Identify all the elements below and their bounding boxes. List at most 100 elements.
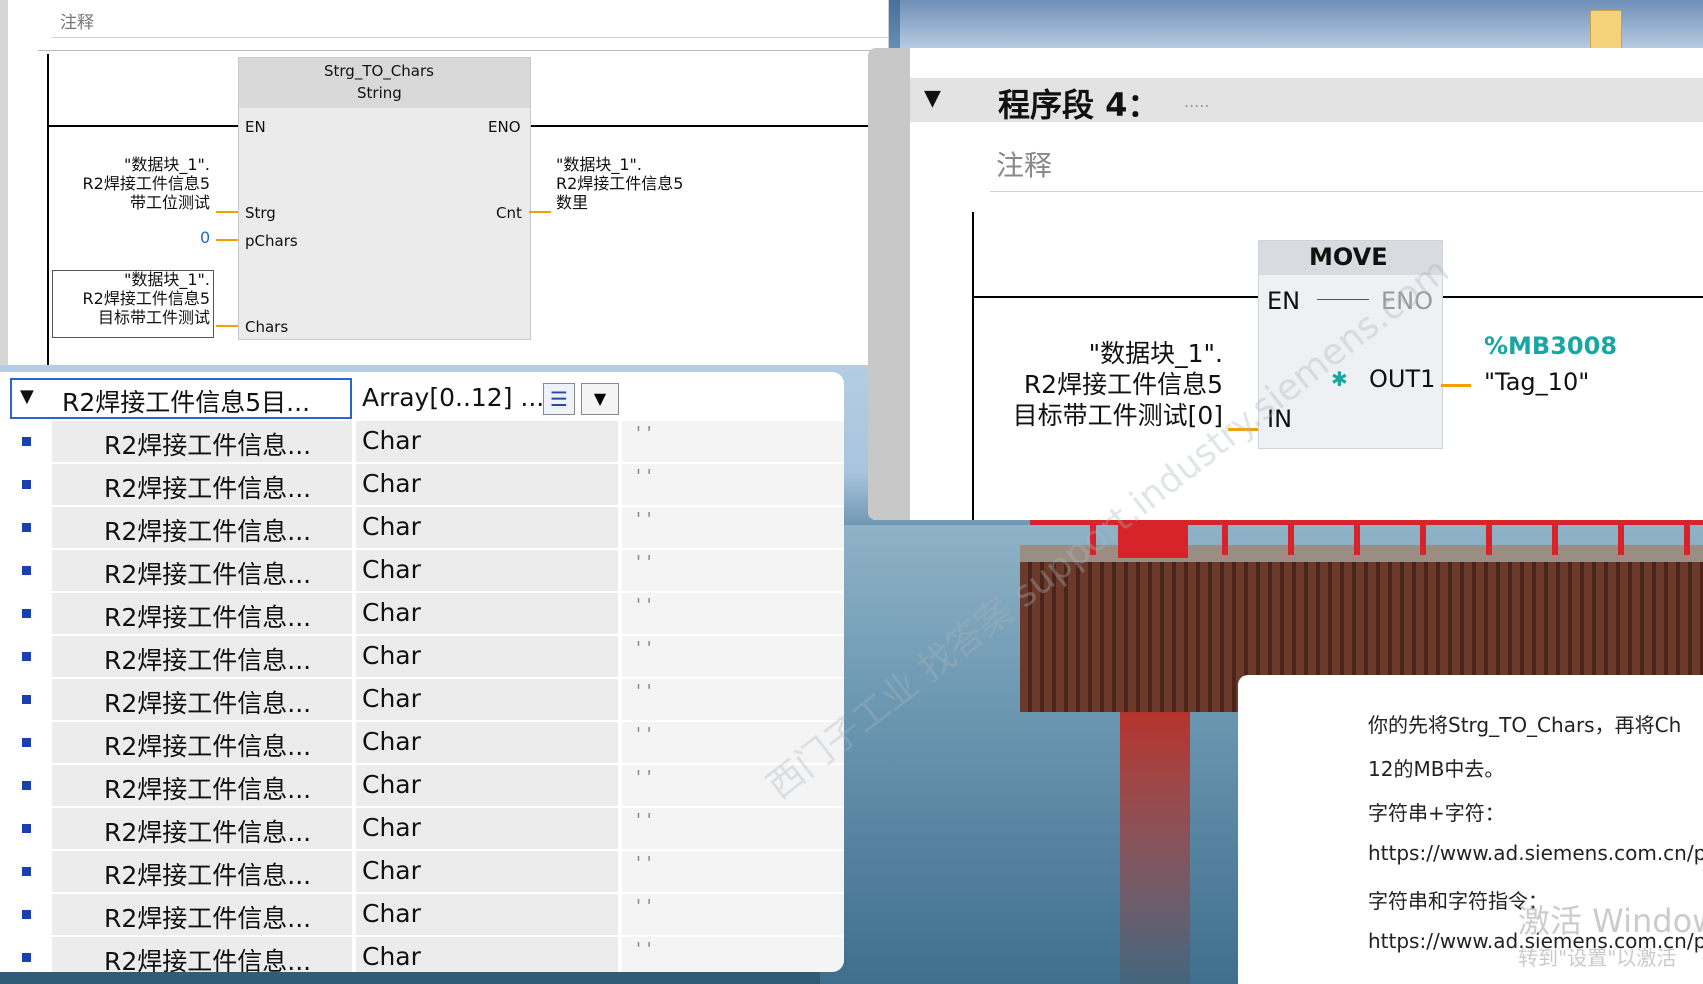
default-cell[interactable] <box>622 636 844 677</box>
chars-wire <box>216 325 238 327</box>
table-row[interactable]: R2焊接工件信息... Char ' ' <box>0 636 844 679</box>
network-comment[interactable]: 注释 <box>990 140 1703 192</box>
in-operand[interactable]: "数据块_1". R2焊接工件信息5 目标带工件测试[0] <box>1013 338 1223 431</box>
element-type[interactable]: Char <box>362 684 421 713</box>
element-default[interactable]: ' ' <box>636 681 652 702</box>
table-row[interactable]: R2焊接工件信息... Char ' ' <box>0 722 844 765</box>
out-address[interactable]: %MB3008 <box>1484 332 1617 360</box>
pin-en: EN <box>245 118 266 136</box>
answer-line: 你的先将Strg_TO_Chars，再将Ch <box>1368 713 1682 737</box>
table-header-row[interactable]: ▼ R2焊接工件信息5目... Array[0..12] ... ☰ ▼ <box>0 378 844 421</box>
element-type[interactable]: Char <box>362 942 421 971</box>
element-name[interactable]: R2焊接工件信息... <box>104 469 311 505</box>
table-row[interactable]: R2焊接工件信息... Char ' ' <box>0 808 844 851</box>
default-cell[interactable] <box>622 894 844 935</box>
element-name[interactable]: R2焊接工件信息... <box>104 512 311 548</box>
element-name[interactable]: R2焊接工件信息... <box>104 813 311 849</box>
element-name[interactable]: R2焊接工件信息... <box>104 727 311 763</box>
element-default[interactable]: ' ' <box>636 896 652 917</box>
element-name[interactable]: R2焊接工件信息... <box>104 856 311 892</box>
power-rail <box>972 212 974 520</box>
element-name[interactable]: R2焊接工件信息... <box>104 942 311 972</box>
array-name[interactable]: R2焊接工件信息5目... <box>62 383 310 419</box>
default-cell[interactable] <box>622 464 844 505</box>
default-cell[interactable] <box>622 851 844 892</box>
folder-icon[interactable] <box>1590 10 1622 52</box>
element-name[interactable]: R2焊接工件信息... <box>104 684 311 720</box>
default-cell[interactable] <box>622 550 844 591</box>
network-comment[interactable]: 注释 <box>52 8 888 38</box>
power-rail <box>47 54 49 365</box>
lighthouse-reflection <box>1120 712 1190 984</box>
element-type[interactable]: Char <box>362 856 421 885</box>
element-icon <box>22 867 31 876</box>
default-cell[interactable] <box>622 421 844 462</box>
cnt-operand[interactable]: "数据块_1". R2焊接工件信息5 数里 <box>556 155 683 212</box>
default-cell[interactable] <box>622 679 844 720</box>
segment-title-placeholder[interactable]: ..... <box>1184 92 1209 111</box>
table-row[interactable]: R2焊接工件信息... Char ' ' <box>0 851 844 894</box>
answer-line: 字符串+字符： <box>1368 801 1505 825</box>
element-icon <box>22 824 31 833</box>
pchars-operand[interactable]: 0 <box>200 228 210 247</box>
default-cell[interactable] <box>622 937 844 972</box>
collapse-triangle-icon[interactable]: ▼ <box>20 386 34 407</box>
element-type[interactable]: Char <box>362 770 421 799</box>
element-type[interactable]: Char <box>362 899 421 928</box>
table-row[interactable]: R2焊接工件信息... Char ' ' <box>0 464 844 507</box>
table-row[interactable]: R2焊接工件信息... Char ' ' <box>0 421 844 464</box>
operand-line: R2焊接工件信息5 <box>82 289 210 308</box>
element-default[interactable]: ' ' <box>636 767 652 788</box>
element-default[interactable]: ' ' <box>636 466 652 487</box>
dropdown-chevron-icon[interactable]: ▼ <box>581 383 619 415</box>
table-row[interactable]: R2焊接工件信息... Char ' ' <box>0 937 844 972</box>
element-type[interactable]: Char <box>362 469 421 498</box>
element-name[interactable]: R2焊接工件信息... <box>104 555 311 591</box>
element-default[interactable]: ' ' <box>636 552 652 573</box>
operand-line: 带工位测试 <box>129 193 210 212</box>
segment-title: 程序段 4： <box>998 86 1160 124</box>
element-icon <box>22 652 31 661</box>
out-operand[interactable]: "Tag_10" <box>1484 368 1589 396</box>
element-type[interactable]: Char <box>362 727 421 756</box>
element-name[interactable]: R2焊接工件信息... <box>104 770 311 806</box>
element-name[interactable]: R2焊接工件信息... <box>104 641 311 677</box>
element-type[interactable]: Char <box>362 555 421 584</box>
element-type[interactable]: Char <box>362 598 421 627</box>
element-type[interactable]: Char <box>362 641 421 670</box>
element-name[interactable]: R2焊接工件信息... <box>104 598 311 634</box>
element-default[interactable]: ' ' <box>636 853 652 874</box>
operand-line: "数据块_1". <box>124 270 210 289</box>
operand-line: 目标带工件测试 <box>97 308 210 327</box>
default-cell[interactable] <box>622 593 844 634</box>
element-default[interactable]: ' ' <box>636 810 652 831</box>
element-name[interactable]: R2焊接工件信息... <box>104 899 311 935</box>
element-default[interactable]: ' ' <box>636 509 652 530</box>
table-row[interactable]: R2焊接工件信息... Char ' ' <box>0 550 844 593</box>
table-row[interactable]: R2焊接工件信息... Char ' ' <box>0 593 844 636</box>
element-name[interactable]: R2焊接工件信息... <box>104 426 311 462</box>
strg-operand[interactable]: "数据块_1". R2焊接工件信息5 带工位测试 <box>83 155 210 212</box>
element-default[interactable]: ' ' <box>636 423 652 444</box>
operand-line: "数据块_1". <box>124 155 210 174</box>
list-icon[interactable]: ☰ <box>543 383 575 415</box>
table-row[interactable]: R2焊接工件信息... Char ' ' <box>0 765 844 808</box>
element-type[interactable]: Char <box>362 512 421 541</box>
answer-link[interactable]: https://www.ad.siemens.com.cn/pr <box>1368 841 1703 865</box>
collapse-triangle-icon[interactable]: ▼ <box>924 86 941 111</box>
element-default[interactable]: ' ' <box>636 638 652 659</box>
table-row[interactable]: R2焊接工件信息... Char ' ' <box>0 894 844 937</box>
element-default[interactable]: ' ' <box>636 939 652 960</box>
default-cell[interactable] <box>622 808 844 849</box>
answer-line: 12的MB中去。 <box>1368 757 1505 781</box>
chars-operand[interactable]: "数据块_1". R2焊接工件信息5 目标带工件测试 <box>83 270 210 327</box>
element-default[interactable]: ' ' <box>636 595 652 616</box>
table-row[interactable]: R2焊接工件信息... Char ' ' <box>0 679 844 722</box>
table-row[interactable]: R2焊接工件信息... Char ' ' <box>0 507 844 550</box>
element-default[interactable]: ' ' <box>636 724 652 745</box>
array-type[interactable]: Array[0..12] ... <box>362 383 544 412</box>
default-cell[interactable] <box>622 507 844 548</box>
element-type[interactable]: Char <box>362 813 421 842</box>
strg-to-chars-block[interactable]: Strg_TO_Chars String EN ENO Strg pChars … <box>238 57 531 340</box>
element-type[interactable]: Char <box>362 426 421 455</box>
